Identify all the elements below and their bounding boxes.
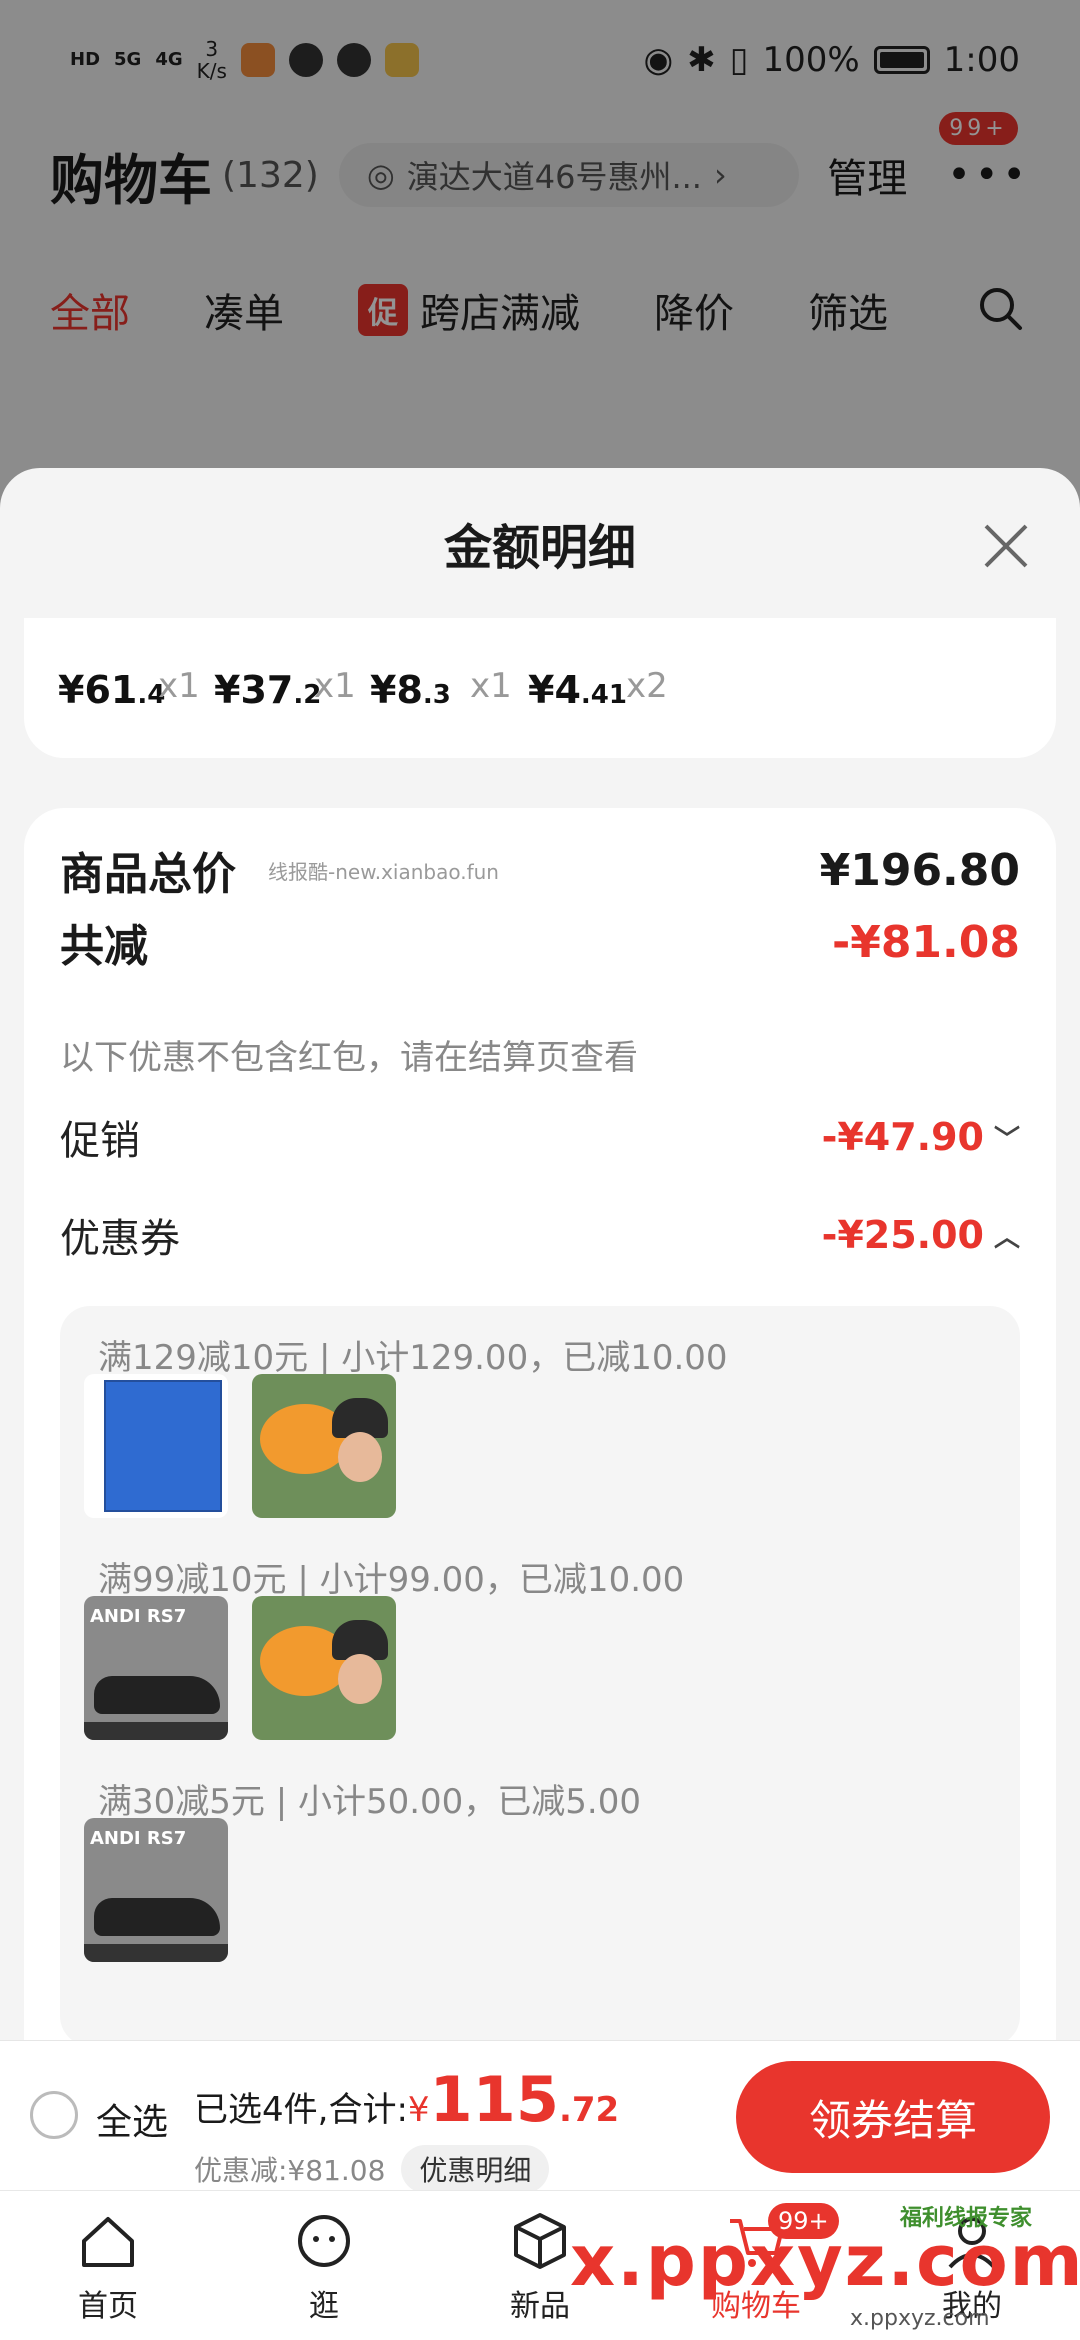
home-icon	[82, 2216, 134, 2267]
nav-new-label: 新品	[510, 2288, 570, 2324]
product-thumb-car[interactable]: ANDI RS7	[84, 1596, 228, 1740]
checkout-button[interactable]: 领券结算	[736, 2061, 1050, 2173]
item-qty: x1	[158, 666, 200, 706]
total-discount-label: 共减	[60, 921, 148, 972]
product-thumb-book[interactable]	[84, 1374, 228, 1518]
product-thumb-watergun[interactable]	[252, 1596, 396, 1740]
nav-home-label: 首页	[78, 2288, 138, 2324]
coupon-group-line: 满30减5元 | 小计50.00，已减5.00	[98, 1782, 642, 1822]
coupon-group-line: 满99减10元 | 小计99.00，已减10.00	[98, 1560, 685, 1600]
coupon-label: 优惠券	[60, 1216, 180, 1262]
coupon-row[interactable]: 优惠券 -¥25.00 ︿	[60, 1206, 1020, 1264]
car-base	[84, 1722, 228, 1740]
watermark-text: 线报酷-new.xianbao.fun	[268, 859, 499, 884]
product-thumb-car[interactable]: ANDI RS7	[84, 1818, 228, 1962]
selected-count-text: 已选4件,合计:	[194, 2090, 408, 2130]
promotion-label: 促销	[60, 1118, 140, 1164]
discount-summary: 优惠减:¥81.08 优惠明细	[194, 2145, 550, 2193]
discount-summary-text: 优惠减:¥81.08	[194, 2154, 386, 2187]
item-price-int: ¥8	[370, 668, 423, 712]
new-box-icon	[514, 2212, 566, 2269]
chevron-down-icon: ﹀	[993, 1124, 1020, 1155]
discount-detail-button[interactable]: 优惠明细	[401, 2145, 550, 2193]
price-summary-card: 商品总价 线报酷-new.xianbao.fun ¥196.80 共减 -¥81…	[24, 808, 1056, 2188]
coupon-amount: -¥25.00	[821, 1213, 984, 1257]
face-shape	[338, 1654, 382, 1704]
total-amount-int: 115	[429, 2063, 559, 2136]
coupon-detail-box: 满129减10元 | 小计129.00，已减10.00 满99减10元 | 小计…	[60, 1306, 1020, 2046]
car-shape	[94, 1898, 220, 1936]
coupon-value: -¥25.00 ︿	[822, 1213, 1020, 1257]
promotion-amount: -¥47.90	[821, 1115, 984, 1159]
car-model-text: ANDI RS7	[90, 1828, 187, 1849]
item-price: ¥4 .41	[528, 668, 627, 712]
amount-detail-sheet: 金额明细 ¥61 .4 x1 ¥37 .2 x1 ¥8 .3 x1 ¥4 .41…	[0, 468, 1080, 2188]
book-image	[104, 1380, 222, 1512]
selected-total: 已选4件,合计: ¥ 115 .72	[194, 2063, 619, 2136]
total-discount-value: -¥81.08	[831, 916, 1020, 968]
nav-browse[interactable]: 逛	[216, 2191, 432, 2340]
total-price-label: 商品总价	[60, 849, 236, 900]
select-all-radio[interactable]	[30, 2091, 78, 2139]
close-icon[interactable]	[976, 516, 1036, 576]
item-price-int: ¥61	[58, 668, 138, 712]
car-base	[84, 1944, 228, 1962]
select-all-label[interactable]: 全选	[96, 2093, 168, 2145]
discount-note: 以下优惠不包含红包，请在结算页查看	[60, 1038, 638, 1078]
car-shape	[94, 1676, 220, 1714]
item-qty: x1	[314, 666, 356, 706]
chevron-up-icon: ︿	[993, 1222, 1020, 1253]
total-price-row: 商品总价 线报酷-new.xianbao.fun ¥196.80	[60, 838, 1020, 902]
item-price-int: ¥37	[214, 668, 294, 712]
promotion-row[interactable]: 促销 -¥47.90 ﹀	[60, 1108, 1020, 1166]
car-model-text: ANDI RS7	[90, 1606, 187, 1627]
coupon-group-line: 满129减10元 | 小计129.00，已减10.00	[98, 1338, 728, 1378]
item-price-dec: .41	[580, 680, 627, 710]
item-price: ¥37 .2	[214, 668, 321, 712]
product-thumb-watergun[interactable]	[252, 1374, 396, 1518]
item-price-int: ¥4	[528, 668, 581, 712]
total-price-value: ¥196.80	[819, 844, 1020, 896]
checkout-bar: 全选 已选4件,合计: ¥ 115 .72 优惠减:¥81.08 优惠明细 领券…	[0, 2040, 1080, 2193]
watermark-corner: 福利线报专家	[900, 2206, 1033, 2231]
item-price-dec: .3	[422, 680, 451, 710]
sheet-title: 金额明细	[443, 520, 636, 576]
total-discount-row: 共减 -¥81.08	[60, 910, 1020, 974]
total-amount-dec: .72	[558, 2090, 620, 2130]
watermark-sub: x.ppxyz.com	[850, 2306, 990, 2331]
item-qty: x2	[626, 666, 668, 706]
currency-symbol: ¥	[407, 2090, 430, 2130]
face-shape	[338, 1432, 382, 1482]
promotion-value: -¥47.90 ﹀	[822, 1115, 1020, 1159]
item-qty: x1	[470, 666, 512, 706]
watermark-logo: x.ppxyz.com	[570, 2220, 1080, 2302]
selected-items-strip: ¥61 .4 x1 ¥37 .2 x1 ¥8 .3 x1 ¥4 .41 x2	[24, 618, 1056, 758]
nav-browse-label: 逛	[309, 2288, 339, 2324]
item-price: ¥8 .3	[370, 668, 451, 712]
browse-face-icon	[298, 2214, 350, 2267]
item-price: ¥61 .4	[58, 668, 165, 712]
nav-home[interactable]: 首页	[0, 2191, 216, 2340]
